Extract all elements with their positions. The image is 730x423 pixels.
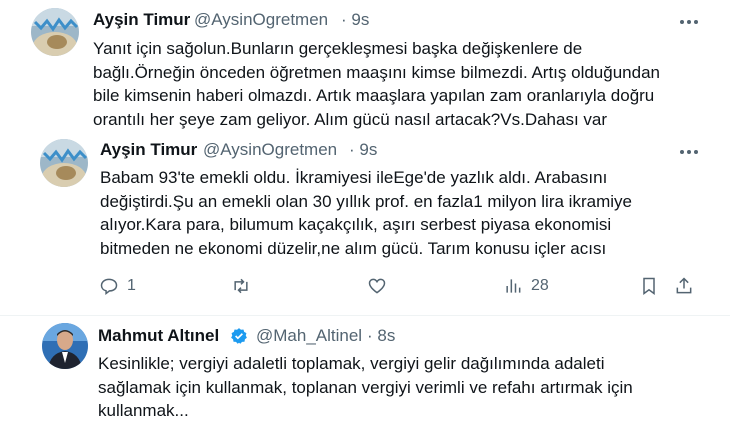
timestamp[interactable]: · 9s <box>341 10 369 30</box>
avatar-image <box>42 323 88 369</box>
share-button[interactable] <box>674 276 694 296</box>
views-button[interactable]: 28 <box>503 276 549 296</box>
tweet-text-line: alıyor.Kara para, bilumum kaçakçılık, aş… <box>100 215 612 234</box>
bookmark-icon <box>643 277 655 295</box>
author-handle[interactable]: @Mah_Altinel <box>256 326 362 346</box>
author-name[interactable]: Mahmut Altınel <box>98 326 219 346</box>
tweet-text-line: sağlamak için kullanmak, toplanan vergiy… <box>98 377 633 397</box>
analytics-icon <box>506 279 521 293</box>
bookmark-button[interactable] <box>639 276 659 296</box>
retweet-icon <box>234 278 248 294</box>
tweet-text-line: bitmeden ne ekonomi düzelir,ne alım gücü… <box>100 238 607 258</box>
like-button[interactable] <box>367 276 395 296</box>
verified-badge-icon <box>231 328 247 344</box>
reply-icon <box>100 278 118 296</box>
more-options-icon[interactable] <box>678 141 700 163</box>
author-handle[interactable]: @AysinOgretmen <box>203 140 337 160</box>
reply-count: 1 <box>127 277 136 294</box>
avatar[interactable] <box>42 323 88 369</box>
tweet-text-line: kullanmak... <box>98 401 189 420</box>
tweet-text-line: Yanıt için sağolun.Bunların gerçekleşmes… <box>93 39 583 58</box>
tweet-text-line: Kesinlikle; vergiyi adaletli toplamak, v… <box>98 354 605 373</box>
reply-button[interactable]: 1 <box>99 276 136 296</box>
views-count: 28 <box>531 277 549 294</box>
tweet-text-line: orantılı her şeye zam geliyor. Alım gücü… <box>93 109 608 129</box>
heart-icon <box>368 278 386 294</box>
author-name[interactable]: Ayşin Timur <box>100 140 197 160</box>
avatar[interactable] <box>31 8 79 56</box>
share-icon <box>676 277 692 294</box>
timestamp[interactable]: · 8s <box>367 326 395 346</box>
retweet-button[interactable] <box>231 276 259 296</box>
author-handle[interactable]: @AysinOgretmen <box>194 10 328 30</box>
divider <box>0 315 730 316</box>
more-options-icon[interactable] <box>678 11 700 33</box>
tweet-text-line: Babam 93'te emekli oldu. İkramiyesi ileE… <box>100 168 608 187</box>
tweet-text-line: bile kimsenin haberi olmazdı. Artık maaş… <box>93 86 655 105</box>
author-name[interactable]: Ayşin Timur <box>93 10 190 30</box>
tweet-text-line: bağlı.Örneğin önceden öğretmen maaşını k… <box>93 62 660 82</box>
tweet-text: Babam 93'te emekli oldu. İkramiyesi ileE… <box>100 166 632 260</box>
tweet-text-line: değiştirdi.Şu an emekli olan 30 yıllık p… <box>100 191 632 211</box>
tweet-text: Yanıt için sağolun.Bunların gerçekleşmes… <box>93 37 660 131</box>
avatar-image <box>31 8 79 56</box>
avatar[interactable] <box>40 139 88 187</box>
avatar-image <box>40 139 88 187</box>
tweet-text: Kesinlikle; vergiyi adaletli toplamak, v… <box>98 352 633 423</box>
timestamp[interactable]: · 9s <box>349 140 377 160</box>
